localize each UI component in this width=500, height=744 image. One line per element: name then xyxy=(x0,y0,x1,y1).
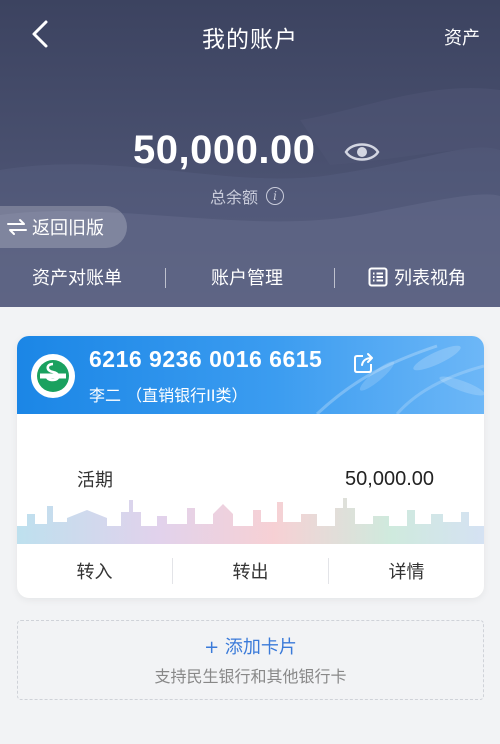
header-tabs: 资产对账单 账户管理 列表视角 xyxy=(0,258,500,298)
add-card-button[interactable]: + 添加卡片 支持民生银行和其他银行卡 xyxy=(17,620,484,700)
total-balance-label: 总余额 xyxy=(210,188,259,207)
tab-list-view-label: 列表视角 xyxy=(394,268,466,289)
tab-asset-statement[interactable]: 资产对账单 xyxy=(32,264,122,290)
city-skyline-decoration xyxy=(17,498,484,544)
balance-label-row: 总余额 i xyxy=(210,184,285,208)
account-type-label: 活期 xyxy=(77,470,113,491)
tab-divider xyxy=(334,268,335,288)
share-icon xyxy=(354,353,373,373)
add-card-subtitle: 支持民生银行和其他银行卡 xyxy=(154,667,347,686)
assets-link[interactable]: 资产 xyxy=(444,24,480,50)
page-title: 我的账户 xyxy=(202,27,298,53)
tab-list-view[interactable]: 列表视角 xyxy=(368,264,466,290)
nav-bar: 我的账户 资产 xyxy=(0,0,500,72)
info-icon[interactable]: i xyxy=(266,187,285,205)
list-view-icon xyxy=(368,267,388,287)
account-header: 我的账户 资产 50,000.00 总余额 i 返回旧版 资产对账单 账户管理 xyxy=(0,0,500,307)
total-balance-amount: 50,000.00 xyxy=(133,128,316,172)
add-card-title: + 添加卡片 xyxy=(204,637,297,658)
bank-logo xyxy=(31,354,75,398)
transfer-in-button[interactable]: 转入 xyxy=(17,558,172,584)
tab-divider xyxy=(165,268,166,288)
return-old-version-button[interactable]: 返回旧版 xyxy=(0,206,127,248)
account-balance: 50,000.00 xyxy=(345,468,434,490)
eye-icon xyxy=(344,143,380,161)
bank-logo-icon xyxy=(37,360,69,392)
transfer-out-button[interactable]: 转出 xyxy=(173,558,328,584)
details-button[interactable]: 详情 xyxy=(329,558,484,584)
card-number: 6216 9236 0016 6615 xyxy=(89,346,323,372)
bank-card[interactable]: 6216 9236 0016 6615 李二 （直销银行II类） 活期 50,0… xyxy=(17,336,484,598)
return-old-version-label: 返回旧版 xyxy=(32,218,104,239)
tab-account-management[interactable]: 账户管理 xyxy=(211,264,283,290)
swap-arrows-icon xyxy=(7,219,27,235)
card-owner: 李二 （直销银行II类） xyxy=(89,386,248,405)
card-actions: 转入 转出 详情 xyxy=(17,544,484,598)
share-card-button[interactable] xyxy=(353,352,375,374)
bank-card-header: 6216 9236 0016 6615 李二 （直销银行II类） xyxy=(17,336,484,414)
toggle-balance-visibility-button[interactable] xyxy=(344,138,380,166)
